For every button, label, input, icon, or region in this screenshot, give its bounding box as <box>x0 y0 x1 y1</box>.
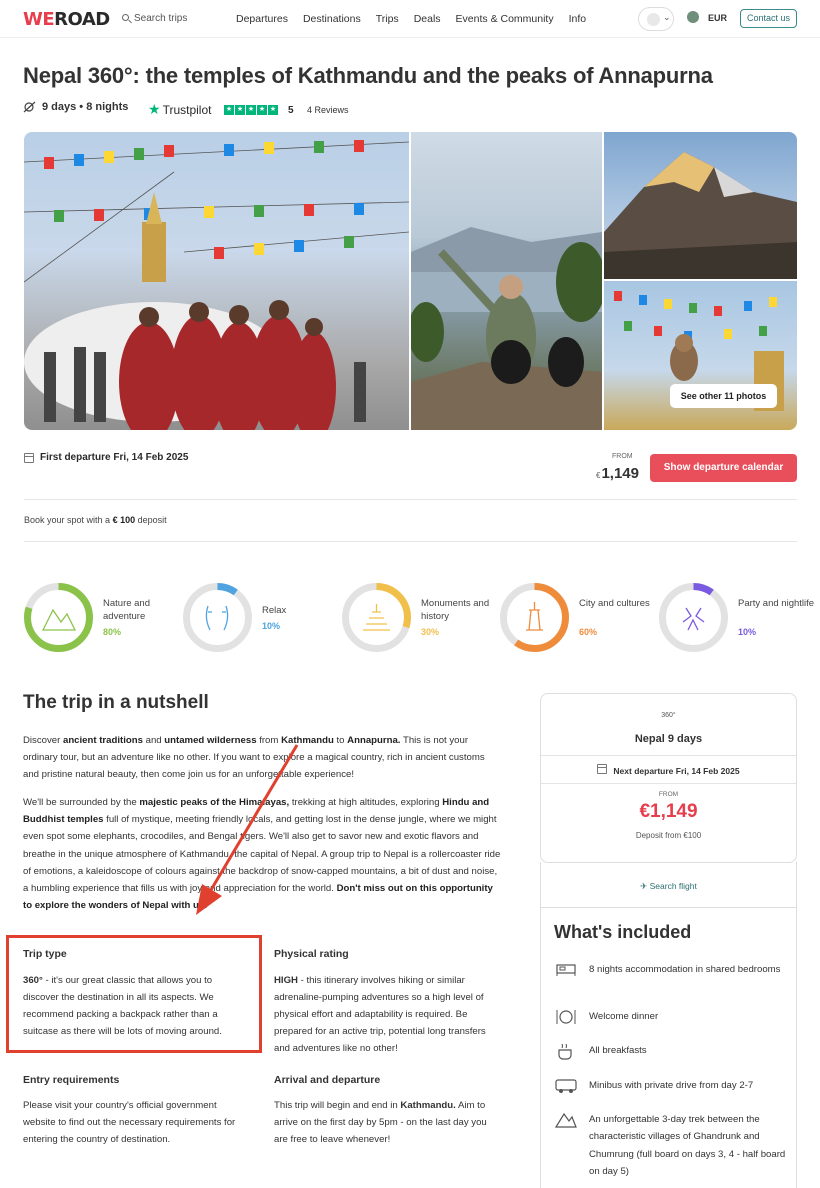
divider <box>541 783 796 784</box>
booking-card: 360° Nepal 9 days Next departure Fri, 14… <box>540 693 797 863</box>
trip-name: Nepal 9 days <box>634 733 703 745</box>
divider <box>541 755 796 756</box>
search-flight-button[interactable]: ✈ Search flight <box>540 862 797 908</box>
card-deposit: Deposit from €100 <box>635 831 702 840</box>
mountain-icon <box>555 1112 577 1128</box>
included-item: Welcome dinner <box>589 1011 659 1022</box>
plane-icon: ✈ <box>640 881 648 891</box>
trip-type-label: 360° <box>661 712 676 719</box>
included-item: Minibus with private drive from day 2-7 <box>589 1080 754 1091</box>
included-item: 8 nights accommodation in shared bedroom… <box>589 964 781 975</box>
dinner-icon <box>556 1010 576 1024</box>
whats-included-title: What's included <box>554 922 692 942</box>
minibus-icon <box>555 1079 577 1093</box>
next-departure[interactable]: Next departure Fri, 14 Feb 2025 <box>541 764 796 776</box>
calendar-icon <box>597 764 608 774</box>
card-price-from: FROM <box>658 791 679 798</box>
bed-icon <box>556 964 576 976</box>
included-item: An unforgettable 3-day trek between the … <box>589 1114 786 1177</box>
whats-included-panel: What's included 8 nights accommodation i… <box>540 907 797 1188</box>
included-item: All breakfasts <box>589 1045 647 1056</box>
card-price: €1,149 <box>639 801 698 822</box>
coffee-icon <box>558 1043 572 1060</box>
